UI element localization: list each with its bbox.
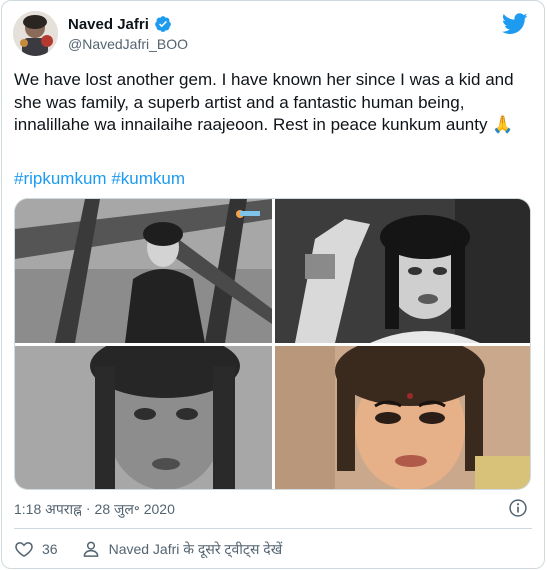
divider [14,528,532,529]
tweet-card[interactable]: Naved Jafri @NavedJafri_BOO We have lost… [1,0,545,569]
tweet-text: We have lost another gem. I have known h… [14,70,514,134]
author-display-name[interactable]: Naved Jafri [68,16,149,33]
tweet-date[interactable]: 28 जुल॰ 2020 [95,500,175,519]
photo-2[interactable] [275,199,530,343]
photo-3[interactable] [15,346,272,489]
verified-badge-icon [154,15,172,33]
info-icon[interactable] [508,498,528,518]
hashtag-kumkum[interactable]: #kumkum [111,169,185,188]
twitter-bird-icon[interactable] [501,13,528,35]
more-tweets-link[interactable]: Naved Jafri के दूसरे ट्वीट्स देखें [81,539,283,559]
tweet-time[interactable]: 1:18 अपराह्न [14,500,82,519]
author-name-row[interactable]: Naved Jafri [68,15,172,33]
person-icon [81,539,101,559]
tweet-actions: 36 Naved Jafri के दूसरे ट्वीट्स देखें [14,538,282,560]
photo-1[interactable] [15,199,272,343]
photo-4[interactable] [275,346,530,489]
author-avatar[interactable] [13,11,58,56]
hashtag-ripkumkum[interactable]: #ripkumkum [14,169,107,188]
meta-separator: · [85,500,91,516]
author-handle[interactable]: @NavedJafri_BOO [68,36,188,52]
heart-icon [14,539,34,559]
more-tweets-label: Naved Jafri के दूसरे ट्वीट्स देखें [108,540,283,557]
media-grid [14,198,531,490]
like-button[interactable]: 36 [14,539,58,559]
tweet-timestamp[interactable]: 1:18 अपराह्न · 28 जुल॰ 2020 [14,500,175,519]
tweet-hashtags: #ripkumkum #kumkum [14,168,185,190]
like-count: 36 [42,541,58,557]
